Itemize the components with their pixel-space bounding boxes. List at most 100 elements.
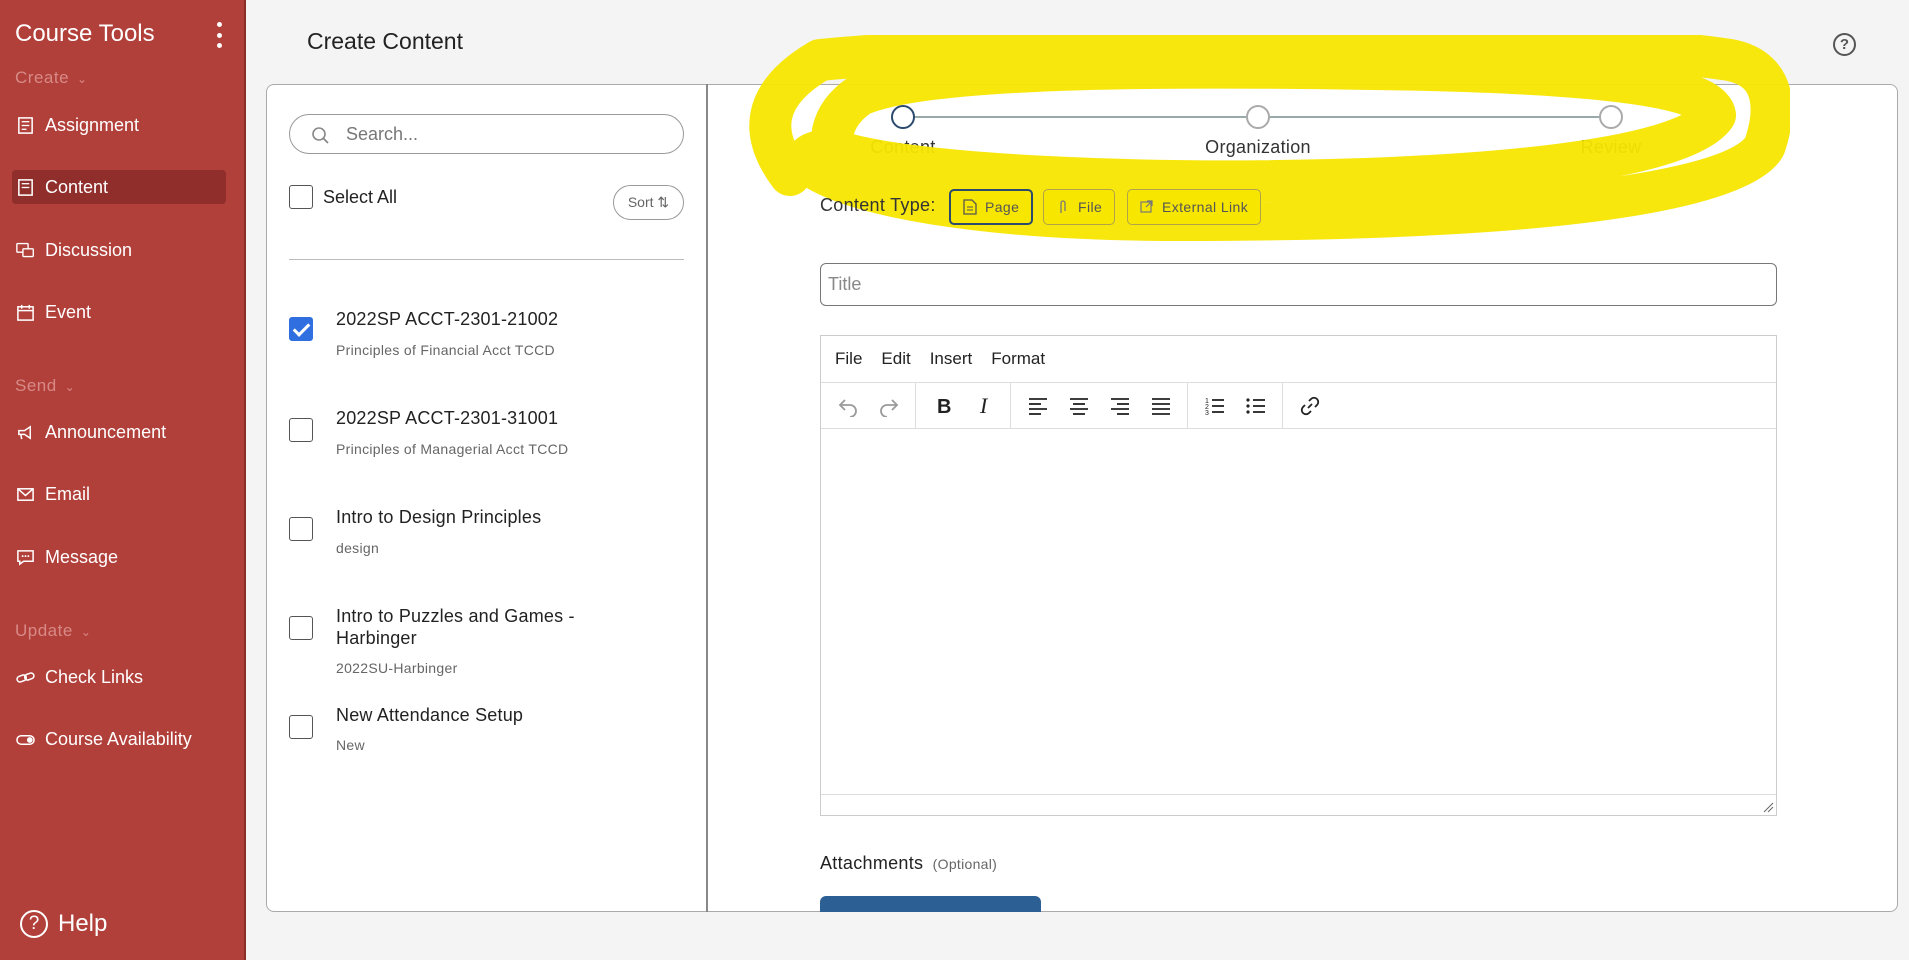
course-checkbox[interactable] — [289, 616, 313, 640]
italic-icon: I — [979, 395, 989, 417]
sidebar-item-discussion[interactable]: Discussion — [12, 233, 226, 267]
page-icon — [963, 199, 977, 215]
resize-handle-icon[interactable] — [1762, 801, 1774, 813]
question-circle-icon: ? — [20, 910, 48, 938]
formatting-group: B I — [916, 382, 1011, 429]
paperclip-icon — [1060, 200, 1066, 213]
svg-text:B: B — [937, 396, 951, 417]
undo-button[interactable] — [827, 388, 868, 424]
attachments-label-text: Attachments — [820, 853, 924, 873]
discussion-icon — [15, 240, 35, 260]
step-label: Content — [870, 137, 936, 157]
select-all-label: Select All — [323, 186, 398, 207]
svg-text:3: 3 — [1205, 410, 1209, 417]
align-left-button[interactable] — [1017, 388, 1058, 424]
content-type-external-link-button[interactable]: External Link — [1127, 189, 1262, 225]
sidebar-item-label: Event — [45, 301, 92, 322]
align-justify-icon — [1151, 397, 1170, 415]
link-icon — [1300, 396, 1319, 415]
undo-icon — [838, 398, 857, 417]
menu-file[interactable]: File — [835, 349, 862, 369]
megaphone-icon — [15, 422, 35, 442]
step-organization[interactable]: Organization — [1183, 105, 1333, 158]
step-label: Organization — [1205, 137, 1311, 157]
step-content[interactable]: Content — [853, 105, 953, 158]
section-create-label: Create — [15, 68, 70, 87]
editor-body[interactable] — [821, 429, 1776, 794]
chevron-down-icon: ⌄ — [77, 72, 88, 86]
align-right-icon — [1110, 397, 1129, 415]
step-dot — [1599, 105, 1623, 129]
sidebar-item-assignment[interactable]: Assignment — [12, 108, 226, 142]
editor-toolbar: B I 123 — [821, 382, 1776, 429]
menu-insert[interactable]: Insert — [930, 349, 973, 369]
bullet-list-button[interactable] — [1235, 388, 1276, 424]
select-all-checkbox[interactable] — [289, 185, 313, 209]
bold-button[interactable]: B — [922, 388, 963, 424]
course-title: Intro to Design Principles — [336, 507, 542, 527]
search-input[interactable] — [346, 123, 666, 145]
sidebar-item-message[interactable]: Message — [12, 540, 226, 574]
align-right-button[interactable] — [1099, 388, 1140, 424]
course-checkbox[interactable] — [289, 715, 313, 739]
sidebar-item-announcement[interactable]: Announcement — [12, 415, 226, 449]
help-label: Help — [58, 910, 108, 937]
list-divider — [289, 259, 684, 260]
list-item[interactable]: 2022SP ACCT-2301-21002 Principles of Fin… — [289, 308, 689, 368]
step-review[interactable]: Review — [1561, 105, 1661, 158]
numbered-list-button[interactable]: 123 — [1194, 388, 1235, 424]
redo-icon — [879, 398, 898, 417]
chevron-down-icon: ⌄ — [80, 625, 92, 639]
sort-button[interactable]: Sort ⇅ — [613, 185, 684, 220]
course-checkbox[interactable] — [289, 517, 313, 541]
course-subtitle: New — [336, 737, 365, 753]
menu-edit[interactable]: Edit — [881, 349, 910, 369]
section-send[interactable]: Send ⌄ — [15, 376, 75, 396]
course-checkbox[interactable] — [289, 317, 313, 341]
link-icon — [15, 667, 35, 687]
search-box[interactable] — [289, 114, 684, 154]
sidebar-item-label: Message — [45, 546, 119, 567]
sidebar-item-course-availability[interactable]: Course Availability — [12, 722, 226, 756]
step-dot — [891, 105, 915, 129]
sidebar-item-check-links[interactable]: Check Links — [12, 660, 226, 694]
content-type-file-button[interactable]: File — [1043, 189, 1116, 225]
more-options-icon[interactable] — [212, 22, 226, 48]
title-input[interactable] — [820, 263, 1777, 306]
help-button[interactable]: ? Help — [20, 910, 107, 938]
content-type-page-button[interactable]: Page — [949, 189, 1034, 225]
sidebar-item-label: Content — [45, 176, 109, 197]
list-item[interactable]: Intro to Puzzles and Games - Harbinger 2… — [289, 605, 689, 685]
sidebar-item-email[interactable]: Email — [12, 477, 226, 511]
redo-button[interactable] — [868, 388, 909, 424]
envelope-icon — [15, 484, 35, 504]
sidebar-item-event[interactable]: Event — [12, 295, 226, 329]
list-item[interactable]: 2022SP ACCT-2301-31001 Principles of Man… — [289, 407, 689, 467]
sidebar-item-content[interactable]: Content — [12, 170, 226, 204]
content-type-label-text: File — [1078, 199, 1103, 215]
course-title: 2022SP ACCT-2301-21002 — [336, 309, 559, 329]
section-create[interactable]: Create ⌄ — [15, 68, 88, 88]
alignment-group — [1011, 382, 1188, 429]
align-justify-button[interactable] — [1140, 388, 1181, 424]
content-type-label-text: Page — [985, 199, 1020, 215]
content-type-label-text: External Link — [1162, 199, 1249, 215]
help-icon[interactable]: ? — [1833, 33, 1856, 56]
rich-text-editor: File Edit Insert Format B I 123 — [820, 335, 1777, 816]
list-item[interactable]: Intro to Design Principles design — [289, 506, 689, 566]
align-center-button[interactable] — [1058, 388, 1099, 424]
upload-button[interactable] — [820, 896, 1041, 912]
assignment-icon — [15, 115, 35, 135]
numbered-list-icon: 123 — [1205, 398, 1224, 417]
menu-format[interactable]: Format — [991, 349, 1045, 369]
calendar-icon — [15, 302, 35, 322]
insert-link-button[interactable] — [1289, 388, 1330, 424]
italic-button[interactable]: I — [963, 388, 1004, 424]
list-group: 123 — [1188, 382, 1283, 429]
course-checkbox[interactable] — [289, 418, 313, 442]
select-all[interactable]: Select All — [289, 185, 397, 209]
list-item[interactable]: New Attendance Setup New — [289, 704, 689, 764]
section-update[interactable]: Update ⌄ — [15, 621, 91, 641]
section-update-label: Update — [15, 621, 73, 640]
step-dot — [1246, 105, 1270, 129]
